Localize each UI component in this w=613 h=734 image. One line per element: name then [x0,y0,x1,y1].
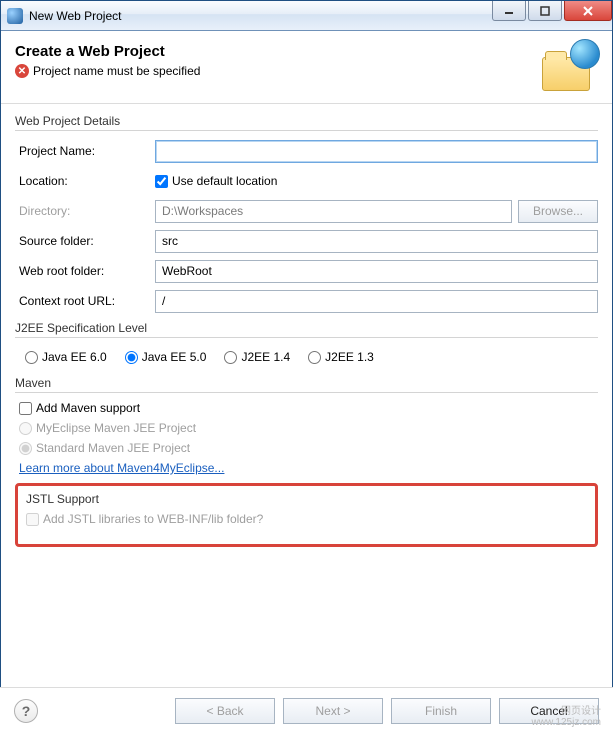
group-j2ee: J2EE Specification Level Java EE 6.0 Jav… [15,321,598,368]
radio-myeclipse-maven-input [19,422,32,435]
add-jstl-option: Add JSTL libraries to WEB-INF/lib folder… [26,512,587,526]
label-web-root: Web root folder: [15,264,155,278]
radio-standard-maven-input [19,442,32,455]
radio-javaee5[interactable]: Java EE 5.0 [125,350,207,364]
radio-j2ee14-input[interactable] [224,351,237,364]
group-title-maven: Maven [15,376,598,393]
app-icon [7,8,23,24]
add-maven-support-label: Add Maven support [36,401,140,415]
content: Web Project Details Project Name: Locati… [1,104,612,557]
error-message: Project name must be specified [33,64,200,78]
group-jstl: JSTL Support Add JSTL libraries to WEB-I… [15,483,598,547]
use-default-location-label: Use default location [172,174,277,188]
maven-learn-more-link[interactable]: Learn more about Maven4MyEclipse... [19,461,224,475]
maximize-button[interactable] [528,1,562,21]
label-location: Location: [15,174,155,188]
page-title: Create a Web Project [15,43,542,60]
radio-javaee6-input[interactable] [25,351,38,364]
close-button[interactable] [564,1,612,21]
group-web-project-details: Web Project Details Project Name: Locati… [15,114,598,313]
minimize-icon [504,6,514,16]
titlebar: New Web Project [1,1,612,31]
label-project-name: Project Name: [15,144,155,158]
source-folder-input[interactable] [155,230,598,253]
minimize-button[interactable] [492,1,526,21]
web-root-input[interactable] [155,260,598,283]
add-jstl-label: Add JSTL libraries to WEB-INF/lib folder… [43,512,263,526]
radio-j2ee13-input[interactable] [308,351,321,364]
footer: ? < Back Next > Finish Cancel 网页设计www.12… [0,687,613,734]
radio-j2ee14[interactable]: J2EE 1.4 [224,350,290,364]
back-button: < Back [175,698,275,724]
add-maven-support-checkbox[interactable] [19,402,32,415]
window-title: New Web Project [29,9,490,23]
radio-j2ee13[interactable]: J2EE 1.3 [308,350,374,364]
cancel-button[interactable]: Cancel [499,698,599,724]
maximize-icon [540,6,550,16]
next-button: Next > [283,698,383,724]
banner: Create a Web Project ✕ Project name must… [1,31,612,104]
add-maven-support-option[interactable]: Add Maven support [19,401,594,415]
error-icon: ✕ [15,64,29,78]
radio-standard-maven: Standard Maven JEE Project [19,441,594,455]
project-name-input[interactable] [155,140,598,163]
use-default-location-option[interactable]: Use default location [155,174,277,188]
directory-input [155,200,512,223]
close-icon [582,6,594,16]
label-source-folder: Source folder: [15,234,155,248]
globe-icon [570,39,600,69]
add-jstl-checkbox [26,513,39,526]
context-root-input[interactable] [155,290,598,313]
label-context-root: Context root URL: [15,294,155,308]
finish-button: Finish [391,698,491,724]
group-maven: Maven Add Maven support MyEclipse Maven … [15,376,598,475]
label-directory: Directory: [15,204,155,218]
radio-javaee6[interactable]: Java EE 6.0 [25,350,107,364]
group-title-jstl: JSTL Support [26,492,587,508]
window-controls [490,1,612,30]
browse-button: Browse... [518,200,598,223]
radio-myeclipse-maven: MyEclipse Maven JEE Project [19,421,594,435]
group-title-details: Web Project Details [15,114,598,131]
help-button[interactable]: ? [14,699,38,723]
radio-javaee5-input[interactable] [125,351,138,364]
group-title-j2ee: J2EE Specification Level [15,321,598,338]
use-default-location-checkbox[interactable] [155,175,168,188]
banner-graphic [542,43,598,91]
